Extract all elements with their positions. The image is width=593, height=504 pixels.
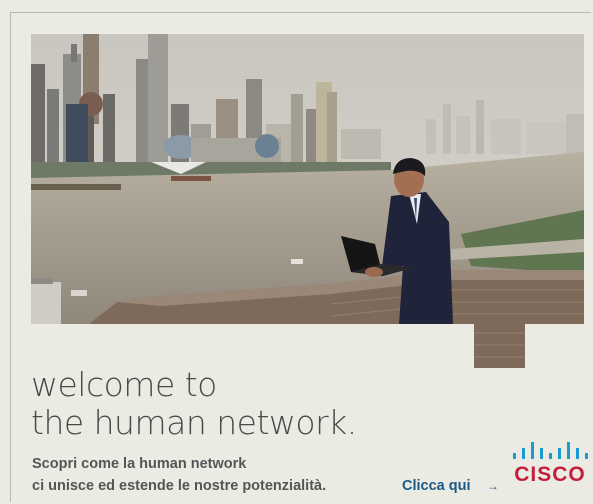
- body-line-2: ci unisce ed estende le nostre potenzial…: [32, 478, 327, 494]
- headline-line-2: the human network.: [31, 403, 357, 442]
- photo-scene: [31, 34, 584, 324]
- cisco-wordmark: CISCO: [514, 463, 586, 486]
- photo-tab-brick: [474, 323, 525, 368]
- cisco-bridge-icon: [513, 442, 588, 459]
- hero-photo[interactable]: [31, 34, 584, 324]
- body-line-1: Scopri come la human network: [32, 456, 247, 472]
- body-copy: Scopri come la human network ci unisce e…: [32, 453, 326, 497]
- headline: welcome to the human network.: [31, 366, 357, 442]
- cisco-logo[interactable]: CISCO: [510, 441, 590, 497]
- headline-line-1: welcome to: [31, 365, 217, 404]
- clicca-qui-link[interactable]: Clicca qui: [402, 475, 471, 497]
- arrow-right-icon[interactable]: →: [487, 475, 499, 497]
